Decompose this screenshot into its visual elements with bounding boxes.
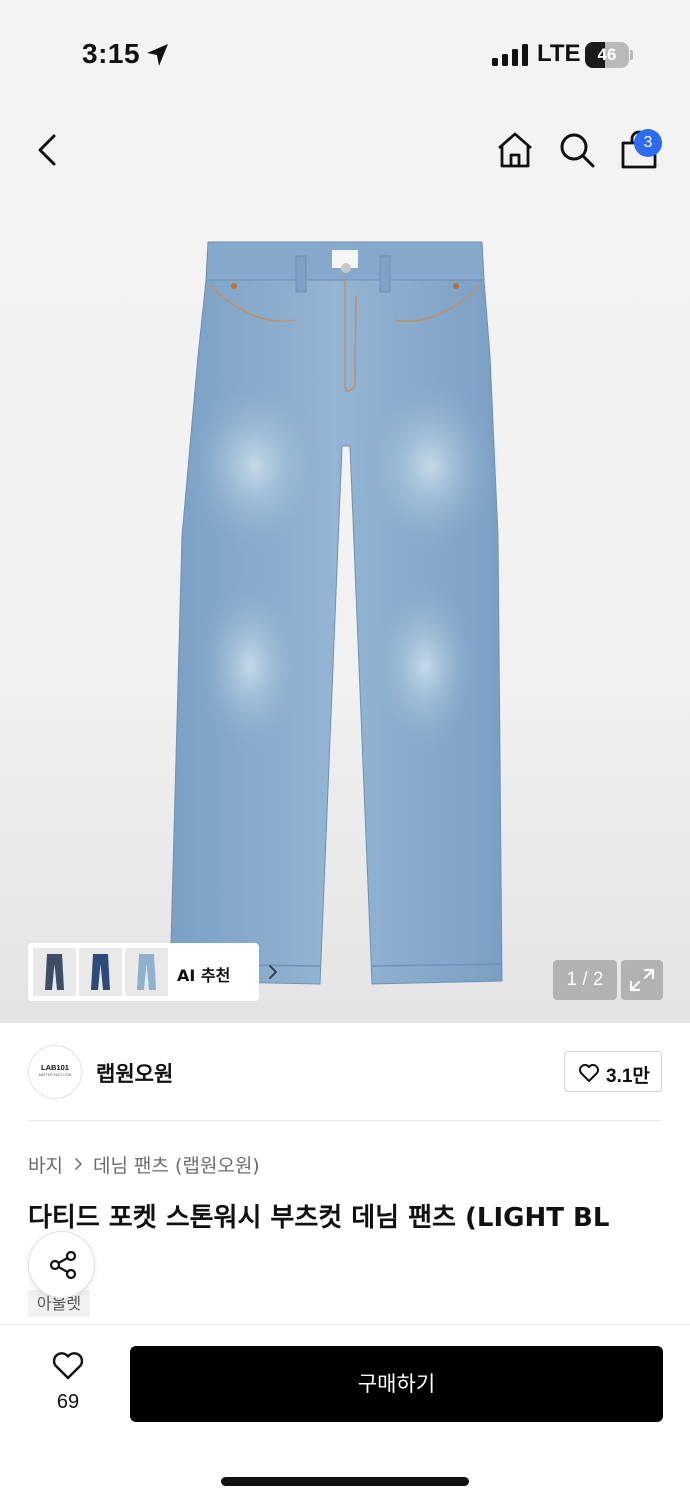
recommendation-thumb[interactable] <box>125 948 168 996</box>
chevron-right-icon <box>269 965 277 979</box>
ai-recommendation-card[interactable]: AI 추천 <box>28 943 277 1001</box>
recommendation-thumb[interactable] <box>79 948 122 996</box>
home-indicator <box>221 1477 469 1486</box>
ai-recommendation-label: AI 추천 <box>177 966 231 985</box>
share-button[interactable] <box>28 1231 95 1298</box>
expand-icon <box>629 968 655 992</box>
status-time: 3:15 <box>82 38 141 69</box>
chevron-right-icon <box>75 1158 82 1170</box>
thumb-jeans-shape <box>45 954 64 990</box>
thumb-jeans-shape <box>137 954 156 990</box>
thumb-jeans-shape <box>91 954 110 990</box>
product-image-jeans <box>169 241 503 985</box>
share-icon <box>49 1250 77 1280</box>
product-image-gallery[interactable]: AI 추천 1 / 2 <box>0 200 690 1023</box>
brand-name[interactable]: 랩원오원 <box>96 1058 173 1088</box>
product-title: 다티드 포켓 스톤워시 부츠컷 데님 팬츠 (LIGHT BL <box>28 1203 610 1231</box>
bottom-action-bar: 69 구매하기 <box>0 1324 690 1500</box>
battery-level-text: 46 <box>597 45 617 64</box>
battery-icon: 46 <box>585 42 633 68</box>
buy-button[interactable]: 구매하기 <box>130 1346 663 1422</box>
image-page-counter: 1 / 2 <box>553 960 617 1000</box>
brand-logo-subtext: MATTER FACT.COM <box>38 1073 72 1077</box>
breadcrumb-subcategory[interactable]: 데님 팬츠 (랩원오원) <box>93 1151 260 1178</box>
wishlist-button[interactable]: 69 <box>40 1351 96 1423</box>
status-bar: 3:15 LTE 46 <box>0 0 690 100</box>
brand-logo[interactable]: LAB101 MATTER FACT.COM <box>28 1045 82 1099</box>
search-icon[interactable] <box>555 128 599 172</box>
breadcrumb-category[interactable]: 바지 <box>28 1151 63 1178</box>
top-nav-bar <box>0 100 690 200</box>
brand-like-count: 3.1만 <box>606 1066 650 1087</box>
location-arrow-icon <box>147 44 168 66</box>
expand-image-button[interactable] <box>621 960 663 1000</box>
brand-like-button[interactable]: 3.1만 <box>564 1051 662 1092</box>
heart-icon <box>52 1352 84 1380</box>
home-icon[interactable] <box>493 128 537 172</box>
network-type: LTE <box>537 40 581 67</box>
divider <box>28 1120 662 1121</box>
recommendation-thumb[interactable] <box>33 948 76 996</box>
heart-icon <box>579 1064 599 1082</box>
cart-count-badge: 3 <box>634 129 662 157</box>
back-chevron-icon[interactable] <box>26 128 70 172</box>
cellular-signal-icon <box>492 44 528 66</box>
wishlist-count: 69 <box>56 1391 80 1413</box>
brand-logo-text: LAB101 <box>41 1063 69 1072</box>
breadcrumb: 바지 데님 팬츠 (랩원오원) <box>28 1151 260 1177</box>
